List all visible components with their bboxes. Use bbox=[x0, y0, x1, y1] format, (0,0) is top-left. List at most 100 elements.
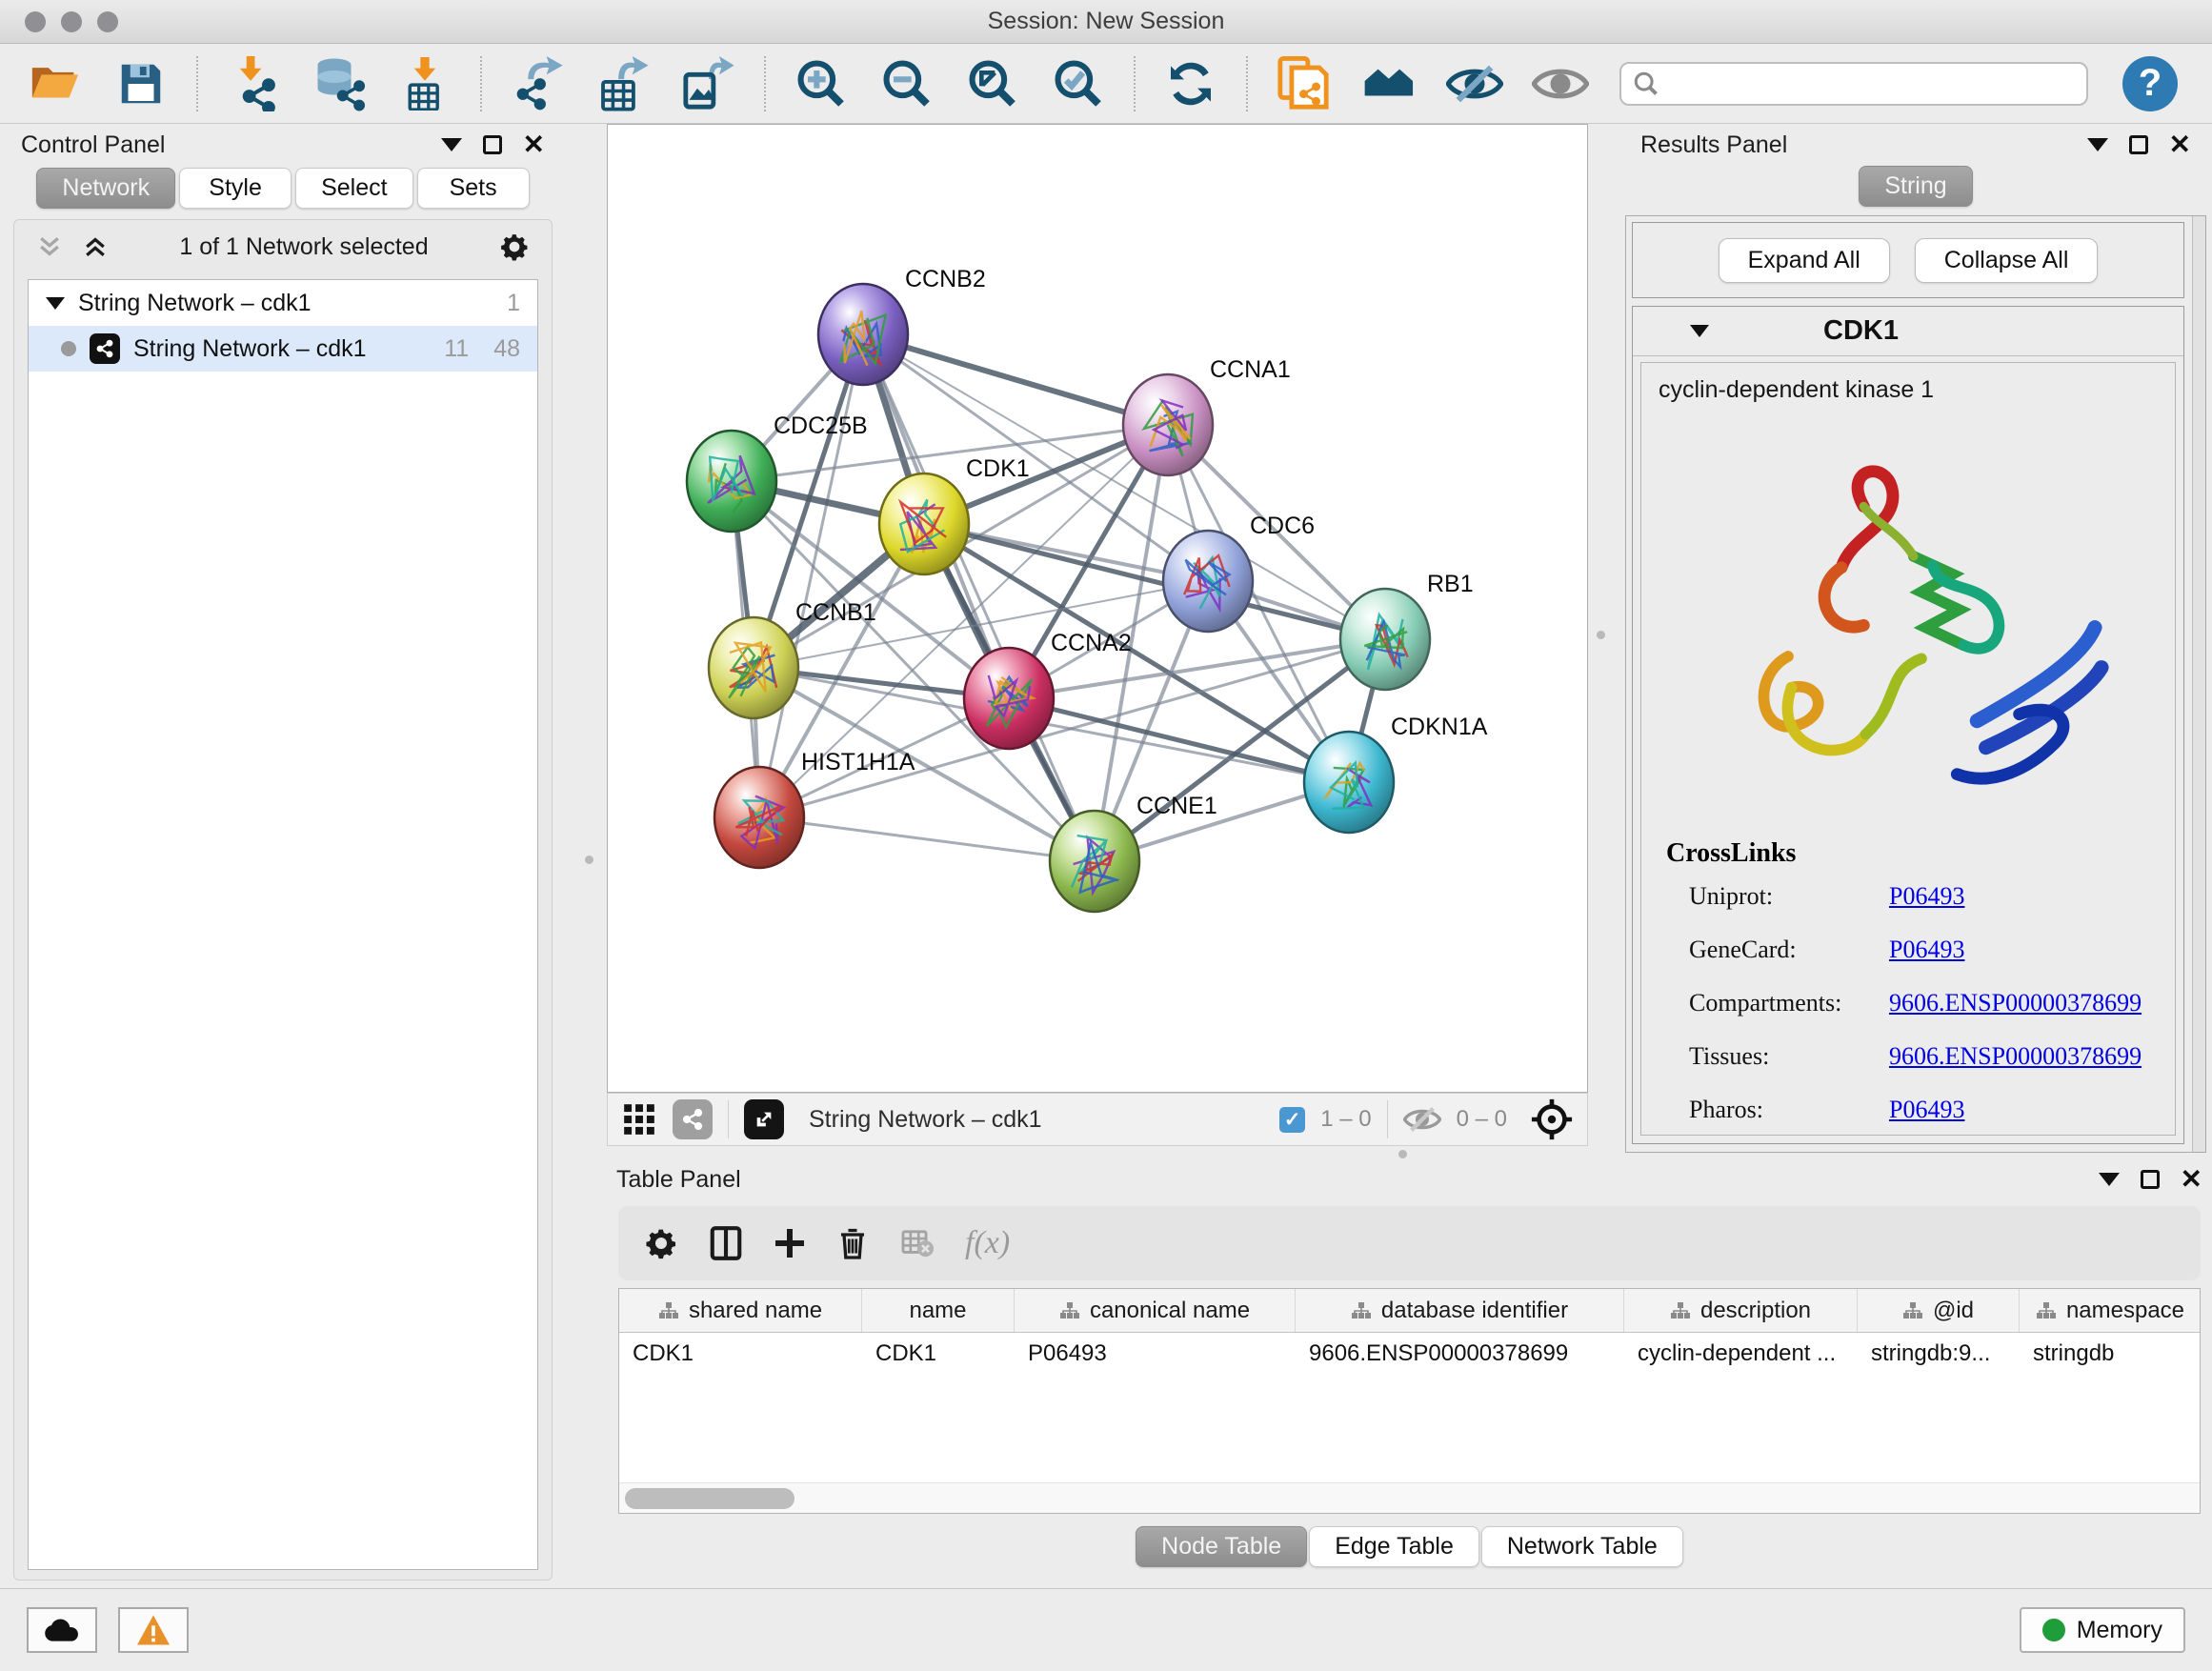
close-panel-icon[interactable]: ✕ bbox=[523, 135, 545, 154]
float-panel-icon[interactable] bbox=[2141, 1170, 2160, 1189]
expand-all-icon[interactable] bbox=[81, 232, 110, 261]
tab-node-table[interactable]: Node Table bbox=[1136, 1526, 1307, 1567]
refresh-button[interactable] bbox=[1160, 53, 1221, 114]
hidden-eye-icon[interactable] bbox=[1403, 1106, 1441, 1133]
network-edge[interactable] bbox=[759, 334, 863, 817]
hide-selected-button[interactable] bbox=[1444, 53, 1505, 114]
string-network-graph[interactable]: CCNB2CCNA1CDC25BCDK1CDC6RB1CCNB1CCNA2CDK… bbox=[608, 125, 1587, 1092]
table-cell[interactable]: P06493 bbox=[1015, 1333, 1296, 1375]
function-builder-icon[interactable]: f(x) bbox=[965, 1225, 1010, 1261]
search-box[interactable] bbox=[1619, 62, 2088, 106]
collapse-all-button[interactable]: Collapse All bbox=[1915, 238, 2099, 283]
tab-style[interactable]: Style bbox=[179, 168, 292, 209]
bottom-splitter-handle[interactable] bbox=[1398, 1150, 1407, 1158]
import-database-button[interactable] bbox=[309, 53, 370, 114]
tab-sets[interactable]: Sets bbox=[417, 168, 530, 209]
close-panel-icon[interactable]: ✕ bbox=[2169, 135, 2191, 154]
network-collection-row[interactable]: String Network – cdk1 1 bbox=[29, 280, 537, 326]
close-panel-icon[interactable]: ✕ bbox=[2181, 1170, 2202, 1189]
first-neighbors-button[interactable] bbox=[1358, 53, 1419, 114]
float-panel-icon[interactable] bbox=[483, 135, 502, 154]
column-header-canonicalname[interactable]: canonical name bbox=[1015, 1289, 1296, 1332]
search-input[interactable] bbox=[1667, 70, 2075, 97]
tab-network[interactable]: Network bbox=[36, 168, 175, 209]
birdseye-crosshair-icon[interactable] bbox=[1530, 1097, 1574, 1141]
column-header-namespace[interactable]: namespace bbox=[2020, 1289, 2201, 1332]
gear-icon[interactable] bbox=[498, 231, 531, 263]
network-canvas[interactable]: CCNB2CCNA1CDC25BCDK1CDC6RB1CCNB1CCNA2CDK… bbox=[607, 124, 1588, 1093]
float-panel-icon[interactable] bbox=[2129, 135, 2148, 154]
scrollbar-thumb[interactable] bbox=[625, 1488, 794, 1509]
table-row[interactable]: CDK1CDK1P064939606.ENSP00000378699cyclin… bbox=[619, 1333, 2200, 1375]
table-cell[interactable]: stringdb:9... bbox=[1858, 1333, 2020, 1375]
detach-view-icon[interactable] bbox=[744, 1099, 784, 1139]
results-scrollbar[interactable] bbox=[2192, 216, 2205, 1152]
column-header-id[interactable]: @id bbox=[1858, 1289, 2020, 1332]
export-network-button[interactable] bbox=[507, 53, 568, 114]
network-edge[interactable] bbox=[759, 817, 1095, 861]
grid-view-icon[interactable] bbox=[621, 1101, 657, 1137]
network-node-CCNA2[interactable] bbox=[964, 648, 1054, 749]
duplicate-network-button[interactable] bbox=[1273, 53, 1334, 114]
tab-string[interactable]: String bbox=[1859, 166, 1972, 207]
table-cell[interactable]: CDK1 bbox=[862, 1333, 1015, 1375]
network-node-CDK1[interactable] bbox=[879, 473, 969, 574]
close-window-icon[interactable] bbox=[25, 11, 46, 32]
network-edge[interactable] bbox=[863, 334, 1095, 861]
network-edge[interactable] bbox=[863, 334, 1168, 425]
zoom-fit-button[interactable] bbox=[962, 53, 1023, 114]
table-settings-gear-icon[interactable] bbox=[643, 1225, 679, 1261]
zoom-in-button[interactable] bbox=[791, 53, 852, 114]
show-all-button[interactable] bbox=[1530, 53, 1591, 114]
open-session-button[interactable] bbox=[25, 53, 86, 114]
collapse-all-icon[interactable] bbox=[35, 232, 64, 261]
save-session-button[interactable] bbox=[111, 53, 171, 114]
table-horizontal-scrollbar[interactable] bbox=[619, 1482, 2200, 1513]
panel-menu-icon[interactable] bbox=[2087, 138, 2108, 151]
right-splitter-handle[interactable] bbox=[1597, 631, 1605, 639]
show-columns-icon[interactable] bbox=[708, 1225, 744, 1261]
crosslink-link[interactable]: 9606.ENSP00000378699 bbox=[1889, 1042, 2142, 1071]
left-splitter-handle[interactable] bbox=[585, 856, 593, 864]
minimize-window-icon[interactable] bbox=[61, 11, 82, 32]
column-header-databaseidentifier[interactable]: database identifier bbox=[1296, 1289, 1624, 1332]
maximize-window-icon[interactable] bbox=[97, 11, 118, 32]
crosslink-link[interactable]: 9606.ENSP00000378699 bbox=[1889, 989, 2142, 1017]
crosslink-link[interactable]: P06493 bbox=[1889, 882, 1964, 911]
panel-menu-icon[interactable] bbox=[441, 138, 462, 151]
import-network-button[interactable] bbox=[223, 53, 284, 114]
expand-all-button[interactable]: Expand All bbox=[1719, 238, 1890, 283]
panel-menu-icon[interactable] bbox=[2099, 1173, 2120, 1186]
tab-select[interactable]: Select bbox=[295, 168, 412, 209]
zoom-out-button[interactable] bbox=[876, 53, 937, 114]
table-cell[interactable]: stringdb bbox=[2020, 1333, 2201, 1375]
column-header-sharedname[interactable]: shared name bbox=[619, 1289, 862, 1332]
tab-network-table[interactable]: Network Table bbox=[1481, 1526, 1683, 1567]
section-collapse-icon[interactable] bbox=[1690, 325, 1709, 337]
help-button[interactable]: ? bbox=[2122, 56, 2178, 111]
network-row-selected[interactable]: String Network – cdk1 11 48 bbox=[29, 326, 537, 372]
network-node-CCNE1[interactable] bbox=[1050, 811, 1139, 912]
tab-edge-table[interactable]: Edge Table bbox=[1309, 1526, 1479, 1567]
cloud-tasks-button[interactable] bbox=[27, 1607, 97, 1653]
network-share-icon[interactable] bbox=[673, 1099, 713, 1139]
column-header-description[interactable]: description bbox=[1624, 1289, 1858, 1332]
selected-checkbox-icon[interactable]: ✓ bbox=[1279, 1107, 1305, 1133]
table-cell[interactable]: cyclin-dependent ... bbox=[1624, 1333, 1858, 1375]
zoom-selected-button[interactable] bbox=[1048, 53, 1109, 114]
export-table-button[interactable] bbox=[593, 53, 654, 114]
node-table[interactable]: shared namenamecanonical namedatabase id… bbox=[618, 1288, 2201, 1514]
add-column-icon[interactable] bbox=[773, 1226, 807, 1260]
traffic-lights[interactable] bbox=[25, 11, 118, 32]
table-cell[interactable]: 9606.ENSP00000378699 bbox=[1296, 1333, 1624, 1375]
warnings-button[interactable] bbox=[118, 1607, 189, 1653]
clear-table-icon[interactable] bbox=[898, 1227, 936, 1259]
crosslink-link[interactable]: P06493 bbox=[1889, 936, 1964, 964]
collection-expand-icon[interactable] bbox=[46, 297, 65, 310]
table-cell[interactable]: CDK1 bbox=[619, 1333, 862, 1375]
import-table-button[interactable] bbox=[394, 53, 455, 114]
export-image-button[interactable] bbox=[678, 53, 739, 114]
crosslink-link[interactable]: P06493 bbox=[1889, 1096, 1964, 1124]
column-header-name[interactable]: name bbox=[862, 1289, 1015, 1332]
memory-button[interactable]: Memory bbox=[2020, 1607, 2185, 1653]
